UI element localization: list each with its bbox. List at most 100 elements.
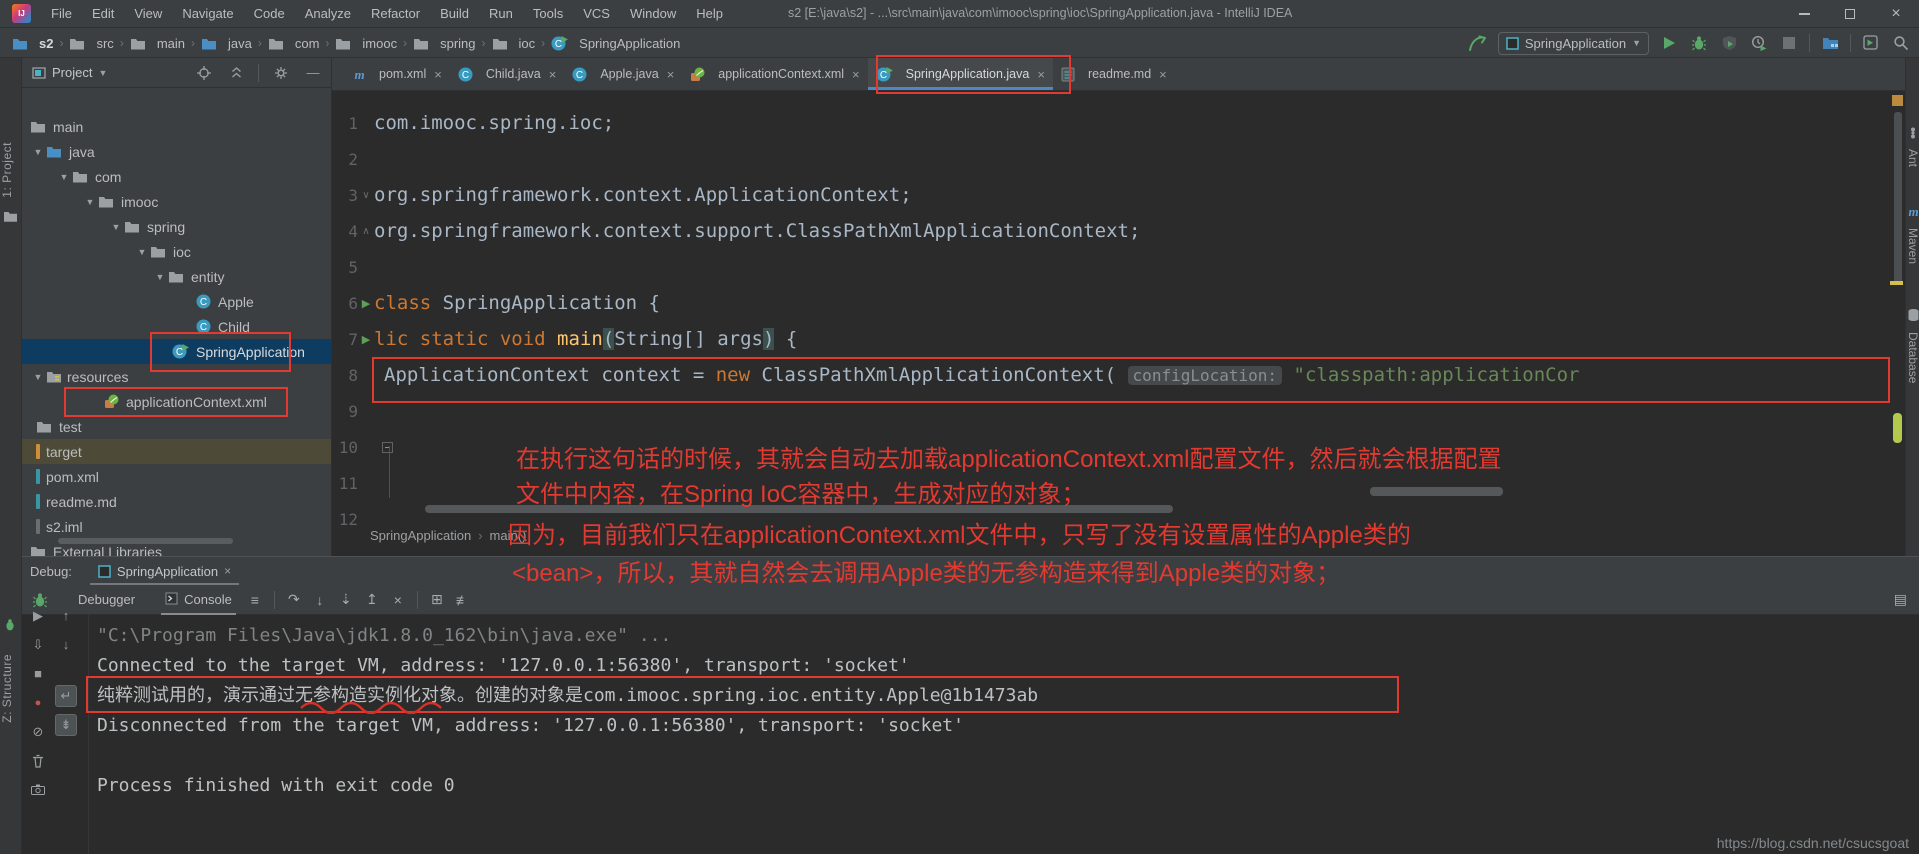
breadcrumb-item-com[interactable]: com [268,36,319,51]
force-step-into-icon[interactable]: ⇣ [333,591,359,608]
run-button[interactable] [1659,31,1679,55]
close-icon[interactable]: × [434,67,442,82]
tree-item-com[interactable]: ▼ com [22,164,331,189]
debugger-stripe-icon[interactable] [3,618,17,635]
tree-item-java[interactable]: ▼ java [22,139,331,164]
close-icon[interactable]: × [667,67,675,82]
breadcrumb-item-src[interactable]: src [69,36,114,51]
project-structure-button[interactable] [1820,31,1840,55]
toolbar-menu-icon[interactable]: ≡ [242,592,268,608]
trace-settings-icon[interactable]: ≢ [450,592,476,608]
breadcrumb-item-spring[interactable]: spring [413,36,476,51]
run-line-icon[interactable]: ▶ [358,333,374,346]
tree-expand-arrow[interactable]: ▼ [56,172,72,182]
profiler-button[interactable] [1749,31,1769,55]
thread-dump-icon[interactable] [27,775,49,804]
tab-pom-xml[interactable]: m pom.xml × [345,58,450,90]
stop-icon[interactable]: ■ [27,659,49,688]
tree-item-readme-md[interactable]: readme.md [22,489,331,514]
scroll-to-end-icon[interactable]: ⇟ [55,714,77,736]
tab-readme-md[interactable]: readme.md × [1053,58,1175,90]
project-hscrollbar[interactable] [58,538,233,544]
tree-item-entity[interactable]: ▼ entity [22,264,331,289]
run-tool-window-button[interactable] [1861,31,1881,55]
tree-item-s2-iml[interactable]: s2.iml [22,514,331,539]
menu-navigate[interactable]: Navigate [172,0,243,27]
tab-apple-java[interactable]: C Apple.java × [564,58,682,90]
layout-settings-icon[interactable]: ▤ [1894,591,1907,608]
drop-frame-icon[interactable]: × [385,592,411,608]
step-out-icon[interactable]: ↥ [359,591,385,608]
menu-edit[interactable]: Edit [82,0,124,27]
navigate-back-swoosh-icon[interactable] [1466,31,1488,55]
menu-window[interactable]: Window [620,0,686,27]
maximize-button[interactable] [1827,0,1873,28]
run-line-icon[interactable]: ▶ [358,297,374,310]
breadcrumb-item-main[interactable]: main [130,36,185,51]
search-everywhere-button[interactable] [1891,31,1911,55]
tool-stripe-maven[interactable]: m Maven [1906,204,1919,264]
tree-expand-arrow[interactable]: ▼ [30,147,46,157]
tree-item-main[interactable]: main [22,114,331,139]
editor-hscrollbar[interactable] [425,505,1173,513]
close-icon[interactable]: × [1159,67,1167,82]
tree-expand-arrow[interactable]: ▼ [152,272,168,282]
run-configuration-select[interactable]: SpringApplication ▼ [1497,31,1649,55]
close-button[interactable]: × [1873,0,1919,28]
tool-stripe-structure[interactable]: Z: Structure [0,654,22,723]
menu-help[interactable]: Help [686,0,733,27]
menu-refactor[interactable]: Refactor [361,0,430,27]
settings-gear-button[interactable] [271,61,291,85]
menu-build[interactable]: Build [430,0,479,27]
tab-child-java[interactable]: C Child.java × [450,58,564,90]
tool-stripe-ant[interactable]: Ant [1906,126,1919,167]
debug-view-tab-debugger[interactable]: Debugger [68,585,145,615]
tree-expand-arrow[interactable]: ▼ [82,197,98,207]
close-icon[interactable]: × [1037,67,1045,82]
tree-item-test[interactable]: test [22,414,331,439]
debug-session-tab[interactable]: SpringApplication × [89,557,240,585]
tree-expand-arrow[interactable]: ▼ [30,372,46,382]
collapse-all-button[interactable] [226,61,246,85]
tree-item-target[interactable]: target [22,439,331,464]
folder-icon[interactable] [3,210,18,225]
breadcrumb-item-imooc[interactable]: imooc [335,36,397,51]
fold-box-icon[interactable] [382,441,393,453]
down-stack-icon[interactable]: ↓ [55,630,77,659]
resume-icon[interactable]: ▶ [27,601,49,630]
menu-vcs[interactable]: VCS [573,0,620,27]
tab-applicationcontext-xml[interactable]: applicationContext.xml × [682,58,867,90]
breadcrumb-item-s2[interactable]: s2 [12,36,53,51]
tree-item-resources[interactable]: ▼ resources [22,364,331,389]
tree-item-applicationcontext-xml[interactable]: applicationContext.xml [22,389,331,414]
breadcrumb-method[interactable]: main() [490,528,527,543]
tree-item-springapplication[interactable]: C SpringApplication [22,339,331,364]
clear-console-icon[interactable] [27,746,49,775]
tree-item-apple[interactable]: C Apple [22,289,331,314]
breadcrumb-item-java[interactable]: java [201,36,252,51]
editor-hscrollbar-2[interactable] [1370,487,1503,496]
tree-item-imooc[interactable]: ▼ imooc [22,189,331,214]
mute-breakpoints-icon[interactable]: ⊘ [27,717,49,746]
tree-expand-arrow[interactable]: ▼ [134,247,150,257]
coverage-button[interactable] [1719,31,1739,55]
step-over-icon[interactable]: ↷ [281,591,307,608]
breadcrumb-class[interactable]: SpringApplication [370,528,471,543]
tab-springapplication-java[interactable]: C SpringApplication.java × [867,58,1054,90]
soft-wrap-icon[interactable]: ↵ [55,685,77,707]
close-icon[interactable]: × [224,564,231,578]
menu-analyze[interactable]: Analyze [295,0,361,27]
hide-panel-button[interactable]: — [303,61,323,85]
project-view-select[interactable]: Project ▼ [32,65,107,80]
menu-tools[interactable]: Tools [523,0,573,27]
minimize-button[interactable] [1781,0,1827,28]
menu-code[interactable]: Code [244,0,295,27]
code-area[interactable]: 1 com.imooc.spring.ioc; 2 3 ∨ org.springframe… [332,91,1905,556]
debug-view-tab-console[interactable]: Console [155,585,242,615]
close-icon[interactable]: × [549,67,557,82]
tool-stripe-database[interactable]: Database [1906,308,1919,383]
view-breakpoints-icon[interactable]: ● [27,688,49,717]
tree-item-child[interactable]: C Child [22,314,331,339]
step-into-icon[interactable]: ↓ [307,592,333,608]
debug-button[interactable] [1689,31,1709,55]
